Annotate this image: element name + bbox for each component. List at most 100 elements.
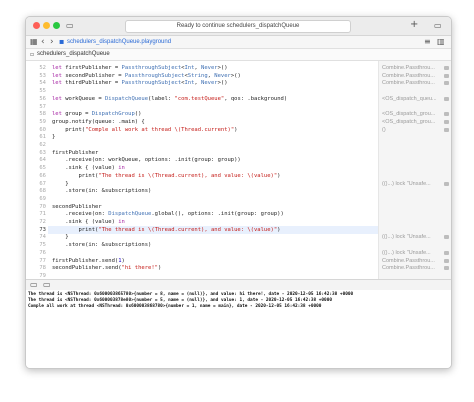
code-token: secondPublisher xyxy=(52,203,102,210)
related-items-grid-icon[interactable]: ▦ xyxy=(30,37,38,47)
inspector-panel-icon[interactable]: ▭ xyxy=(434,21,442,31)
code-token: } xyxy=(52,180,69,187)
code-token: Never xyxy=(201,65,218,71)
back-icon[interactable]: ‹ xyxy=(41,37,45,47)
quick-look-icon[interactable] xyxy=(444,112,449,117)
code-token: PassthroughSubject xyxy=(121,80,182,87)
zoom-button[interactable] xyxy=(53,22,60,29)
result-value: () xyxy=(382,126,386,133)
code-token: (label: xyxy=(148,95,175,102)
code-token: ) xyxy=(277,172,281,179)
code-token: "com.testQueue" xyxy=(174,95,225,102)
console-line: Comple all work at thread <NSThread: 0x6… xyxy=(28,304,322,310)
code-token: print( xyxy=(52,172,99,179)
code-line[interactable]: print("The thread is \(Thread.current), … xyxy=(52,172,280,180)
add-icon[interactable]: + xyxy=(410,20,418,30)
code-token: let xyxy=(52,80,66,87)
code-line[interactable]: print("Comple all work at thread \(Threa… xyxy=(52,126,237,134)
code-line[interactable]: let workQueue = DispatchQueue(label: "co… xyxy=(52,95,287,103)
code-line[interactable]: print("The thread is \(Thread.current), … xyxy=(52,226,280,234)
quick-look-icon[interactable] xyxy=(444,81,449,86)
code-token: workQueue = xyxy=(65,95,105,102)
hide-debug-area-icon[interactable]: ▭ xyxy=(30,280,38,290)
code-token: .store(in: &subscriptions) xyxy=(52,188,152,195)
code-token: let xyxy=(52,72,66,79)
quick-look-icon[interactable] xyxy=(444,119,449,124)
code-token: let xyxy=(52,111,66,118)
code-token: .sink { (value) xyxy=(52,219,119,225)
quick-look-icon[interactable] xyxy=(444,96,449,101)
tab-schedulers-dispatchqueue[interactable]: schedulers_dispatchQueue xyxy=(37,49,110,60)
code-token: ) xyxy=(157,265,162,272)
quick-look-icon[interactable] xyxy=(444,181,449,186)
code-token: Int xyxy=(184,65,195,71)
run-playground-icon[interactable]: ▭ xyxy=(43,280,51,290)
quick-look-icon[interactable] xyxy=(444,258,449,263)
code-token: , qos: .background) xyxy=(224,95,288,102)
code-token: firstPublisher = xyxy=(65,65,122,71)
results-sidebar: Combine.Passthrou... Combine.Passthrou...… xyxy=(378,61,451,279)
code-token: .receive(on: xyxy=(52,211,109,218)
code-token: secondPublisher = xyxy=(65,72,125,79)
code-token: secondPublisher.send( xyxy=(52,265,122,272)
code-token: let xyxy=(52,65,66,71)
code-token: () xyxy=(134,111,142,118)
result-value: <OS_dispatch_queu... xyxy=(382,95,437,102)
code-line[interactable]: secondPublisher.send("hi there!") xyxy=(52,264,161,272)
line-number-gutter: 52 53 54 55 56 57 58 59 60 61 62 63 64 65 66 67 68 69 70 71… xyxy=(26,61,48,279)
close-button[interactable] xyxy=(33,22,40,29)
quick-look-icon[interactable] xyxy=(444,73,449,78)
code-token: print( xyxy=(52,226,99,233)
code-token: .store(in: &subscriptions) xyxy=(52,242,152,249)
code-token: group.notify(queue: .main) { xyxy=(52,118,145,125)
code-token: ) xyxy=(121,257,125,264)
source-code-area[interactable]: let firstPublisher = PassthroughSubject<… xyxy=(48,61,382,279)
code-token: firstPublisher xyxy=(52,149,99,156)
code-token: firstPublisher.send( xyxy=(52,257,119,264)
quick-look-icon[interactable] xyxy=(444,266,449,271)
quick-look-icon[interactable] xyxy=(444,235,449,240)
code-token: >() xyxy=(230,72,241,79)
editor-options-list-icon[interactable]: ≡ xyxy=(424,37,431,47)
forward-icon[interactable]: › xyxy=(50,37,54,47)
code-token: PassthroughSubject xyxy=(124,72,185,79)
code-token: "Comple all work at thread \(Thread.curr… xyxy=(85,126,235,133)
result-value: <OS_dispatch_grou... xyxy=(382,118,436,125)
code-token: DispatchGroup xyxy=(91,111,135,118)
code-token: thirdPublisher = xyxy=(65,80,122,87)
code-token: } xyxy=(52,234,69,241)
code-line[interactable]: .store(in: &subscriptions) xyxy=(52,187,151,195)
sidebar-toggle-icon[interactable]: ▭ xyxy=(66,21,74,31)
code-token: "hi there!" xyxy=(121,265,158,272)
code-token: in xyxy=(118,165,125,172)
code-editor[interactable]: 52 53 54 55 56 57 58 59 60 61 62 63 64 65 66 67 68 69 70 71… xyxy=(26,61,451,279)
console-output: The thread is <NSThread: 0x600003865780>… xyxy=(26,290,451,368)
activity-status: Ready to continue schedulers_dispatchQue… xyxy=(125,20,351,33)
minimize-button[interactable] xyxy=(43,22,50,29)
code-token: group = xyxy=(65,111,92,118)
code-token: "The thread is \(Thread.current), and va… xyxy=(98,226,278,233)
code-token: ) xyxy=(277,226,281,233)
code-line[interactable]: } xyxy=(52,133,55,141)
code-token: Never xyxy=(201,80,218,87)
code-token: let xyxy=(52,95,66,102)
playground-window: ▭ Ready to continue schedulers_dispatchQ… xyxy=(25,16,452,369)
code-line[interactable]: .store(in: &subscriptions) xyxy=(52,241,151,249)
code-token: .sink { (value) xyxy=(52,165,119,172)
split-editor-icon[interactable]: ▥ xyxy=(437,37,445,47)
code-line[interactable]: let thirdPublisher = PassthroughSubject<… xyxy=(52,79,228,87)
code-token: print( xyxy=(52,126,86,133)
code-token: Never xyxy=(214,72,231,79)
result-value: Combine.Passthrou... xyxy=(382,80,435,87)
code-token: Int xyxy=(184,80,195,87)
quick-look-icon[interactable] xyxy=(444,66,449,70)
breadcrumb-file[interactable]: schedulers_dispatchQueue.playground xyxy=(67,36,171,48)
tab-bar: ▫ schedulers_dispatchQueue xyxy=(26,49,451,61)
code-token: >() xyxy=(217,80,228,87)
quick-look-icon[interactable] xyxy=(444,127,449,132)
result-value: Combine.Passthrou... xyxy=(382,265,435,272)
jump-bar: ▦ ‹ › ▪ schedulers_dispatchQueue.playgro… xyxy=(26,36,451,49)
code-token: in xyxy=(118,219,125,225)
result-value: (()...) lock "Unsafe... xyxy=(382,234,431,241)
quick-look-icon[interactable] xyxy=(444,250,449,255)
